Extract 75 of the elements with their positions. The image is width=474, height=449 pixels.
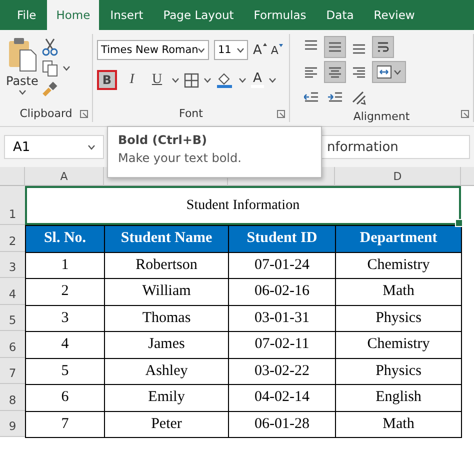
font-size-dropdown[interactable]: 11: [214, 40, 248, 60]
align-middle-icon: [328, 40, 342, 54]
row-header[interactable]: 1: [0, 186, 25, 225]
row-header[interactable]: 9: [0, 410, 25, 437]
ribbon-tab[interactable]: Review: [364, 0, 424, 30]
ribbon-tab[interactable]: Insert: [101, 0, 152, 30]
align-right-icon: [352, 64, 366, 80]
row-header[interactable]: 8: [0, 384, 25, 410]
tooltip-title: Bold (Ctrl+B): [118, 133, 208, 147]
title-cell: Student Information: [25, 186, 461, 225]
group-label: Alignment: [352, 110, 411, 125]
table-cell: 7: [25, 410, 105, 438]
caret-icon[interactable]: [204, 78, 211, 82]
header-cell: Sl. No.: [25, 225, 105, 252]
indent-decrease-icon: [304, 90, 318, 104]
paintbrush-icon[interactable]: [42, 81, 58, 97]
merge-button[interactable]: [372, 61, 406, 83]
row-header[interactable]: 6: [0, 331, 25, 358]
header-cell: Department: [335, 225, 462, 252]
indent-increase-icon: [328, 90, 342, 104]
orientation-icon: [350, 90, 366, 104]
table-cell: Math: [335, 410, 462, 438]
align-center-icon: [328, 64, 342, 80]
column-header[interactable]: D: [335, 167, 461, 186]
ribbon-tab[interactable]: Data: [317, 0, 363, 30]
align-center-button[interactable]: [324, 61, 346, 83]
group-label: Font: [178, 107, 204, 122]
launcher-icon[interactable]: [461, 110, 469, 118]
tooltip-description: Make your text bold.: [118, 151, 242, 165]
paste-label[interactable]: Paste: [6, 74, 38, 88]
row-header[interactable]: 2: [0, 225, 25, 252]
triangle-icon: [262, 42, 267, 46]
group-label: Clipboard: [18, 107, 74, 122]
borders-icon[interactable]: [184, 72, 199, 88]
wrap-button[interactable]: [372, 36, 394, 58]
row-header[interactable]: 3: [0, 252, 25, 278]
merge-icon: [377, 64, 392, 80]
caret-icon[interactable]: [239, 78, 246, 82]
launcher-icon[interactable]: [80, 110, 88, 118]
font-color-button[interactable]: A: [251, 72, 264, 88]
ribbon-tab[interactable]: File: [8, 0, 46, 30]
copy-icon[interactable]: [42, 60, 58, 77]
caret-icon[interactable]: [63, 66, 70, 71]
align-left-icon: [304, 64, 318, 80]
caret-icon[interactable]: [88, 144, 95, 150]
ribbon-tab[interactable]: Formulas: [244, 0, 316, 30]
ribbon-tab[interactable]: Page Layout: [154, 0, 243, 30]
align-middle-button[interactable]: [324, 36, 346, 58]
name-box[interactable]: A1: [4, 135, 104, 159]
italic-button[interactable]: I: [122, 70, 142, 90]
caret-icon[interactable]: [394, 70, 401, 74]
bold-button[interactable]: B: [97, 70, 117, 90]
caret-icon[interactable]: [18, 90, 26, 95]
fill-handle[interactable]: [455, 219, 463, 227]
launcher-icon[interactable]: [277, 110, 285, 118]
caret-icon[interactable]: [237, 48, 244, 52]
grow-font-button[interactable]: A: [253, 42, 266, 58]
caret-icon[interactable]: [268, 78, 276, 82]
row-header[interactable]: 7: [0, 358, 25, 384]
caret-icon[interactable]: [198, 48, 205, 52]
clipboard-icon[interactable]: [7, 36, 38, 72]
shrink-font-button[interactable]: A: [270, 44, 282, 56]
fill-color-icon[interactable]: [216, 72, 234, 88]
header-cell: Student ID: [228, 225, 336, 252]
wrap-icon: [376, 40, 390, 54]
header-cell: Student Name: [104, 225, 229, 252]
scissors-icon[interactable]: [42, 38, 58, 56]
row-header[interactable]: 5: [0, 304, 25, 331]
row-header[interactable]: 4: [0, 278, 25, 304]
triangle-icon: [279, 44, 284, 46]
underline-button[interactable]: U: [147, 70, 167, 90]
caret-icon[interactable]: [172, 78, 179, 82]
column-header[interactable]: A: [25, 167, 104, 186]
ribbon-tab[interactable]: Home: [47, 0, 100, 30]
font-name-dropdown[interactable]: Times New Roman: [97, 40, 209, 60]
